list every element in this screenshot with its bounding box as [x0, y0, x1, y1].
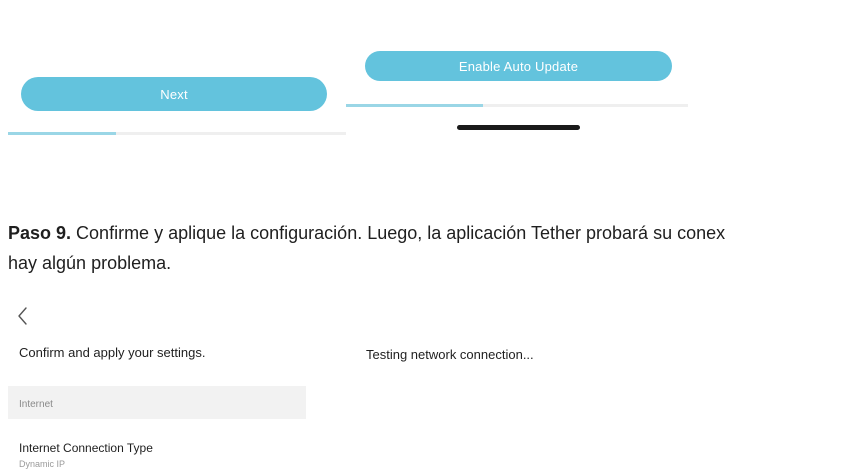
internet-section-label: Internet: [19, 399, 53, 410]
internet-section-header: Internet: [8, 386, 306, 419]
progress-fill-left: [8, 132, 117, 135]
testing-status-text: Testing network connection...: [366, 347, 534, 362]
confirm-settings-title: Confirm and apply your settings.: [19, 345, 206, 360]
step-number: Paso 9.: [8, 223, 72, 243]
next-button[interactable]: Next: [21, 77, 327, 111]
home-indicator: [457, 125, 580, 130]
step-instructions: Paso 9. Confirme y aplique la configurac…: [8, 218, 856, 278]
chevron-left-icon[interactable]: [14, 302, 34, 330]
connection-type-label: Internet Connection Type: [19, 441, 153, 455]
step-line-1-text: Confirme y aplique la configuración. Lue…: [71, 223, 726, 243]
progress-bar-left: [8, 132, 346, 135]
connection-type-value: Dynamic IP: [19, 459, 66, 469]
step-line-2: hay algún problema.: [8, 253, 172, 273]
step-line-1: Paso 9. Confirme y aplique la configurac…: [8, 218, 856, 248]
progress-fill-right: [346, 104, 483, 107]
enable-auto-update-button[interactable]: Enable Auto Update: [365, 51, 672, 81]
progress-bar-right: [346, 104, 688, 107]
